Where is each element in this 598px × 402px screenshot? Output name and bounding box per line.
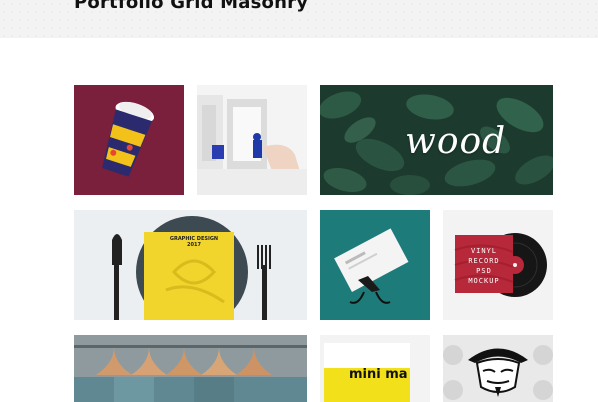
coffee-cup-image	[74, 85, 184, 195]
hangers-image	[74, 335, 307, 402]
wall-shelf-image	[197, 85, 307, 195]
portfolio-item-graphic-design-book[interactable]	[74, 210, 307, 320]
portfolio-item-coffee-cup[interactable]	[74, 85, 184, 195]
portfolio-item-business-card[interactable]	[320, 210, 430, 320]
mask-illustration-image	[443, 335, 553, 402]
business-card-image	[320, 210, 430, 320]
portfolio-item-clothes-hangers[interactable]	[74, 335, 307, 402]
vinyl-cover-text: VINYL RECORD PSD MOCKUP	[468, 247, 500, 285]
portfolio-item-wall-shelf[interactable]	[197, 85, 307, 195]
book-cover-text: GRAPHIC DESIGN 2017	[169, 236, 219, 248]
magazine-cover-text: mini ma	[349, 367, 408, 382]
page-title: Portfolio Grid Masonry	[74, 0, 309, 13]
wood-overlay-text: wood	[405, 121, 507, 162]
page-header: Portfolio Grid Masonry	[0, 0, 598, 38]
plate-book-image	[74, 210, 307, 320]
portfolio-item-mask-illustration[interactable]	[443, 335, 553, 402]
